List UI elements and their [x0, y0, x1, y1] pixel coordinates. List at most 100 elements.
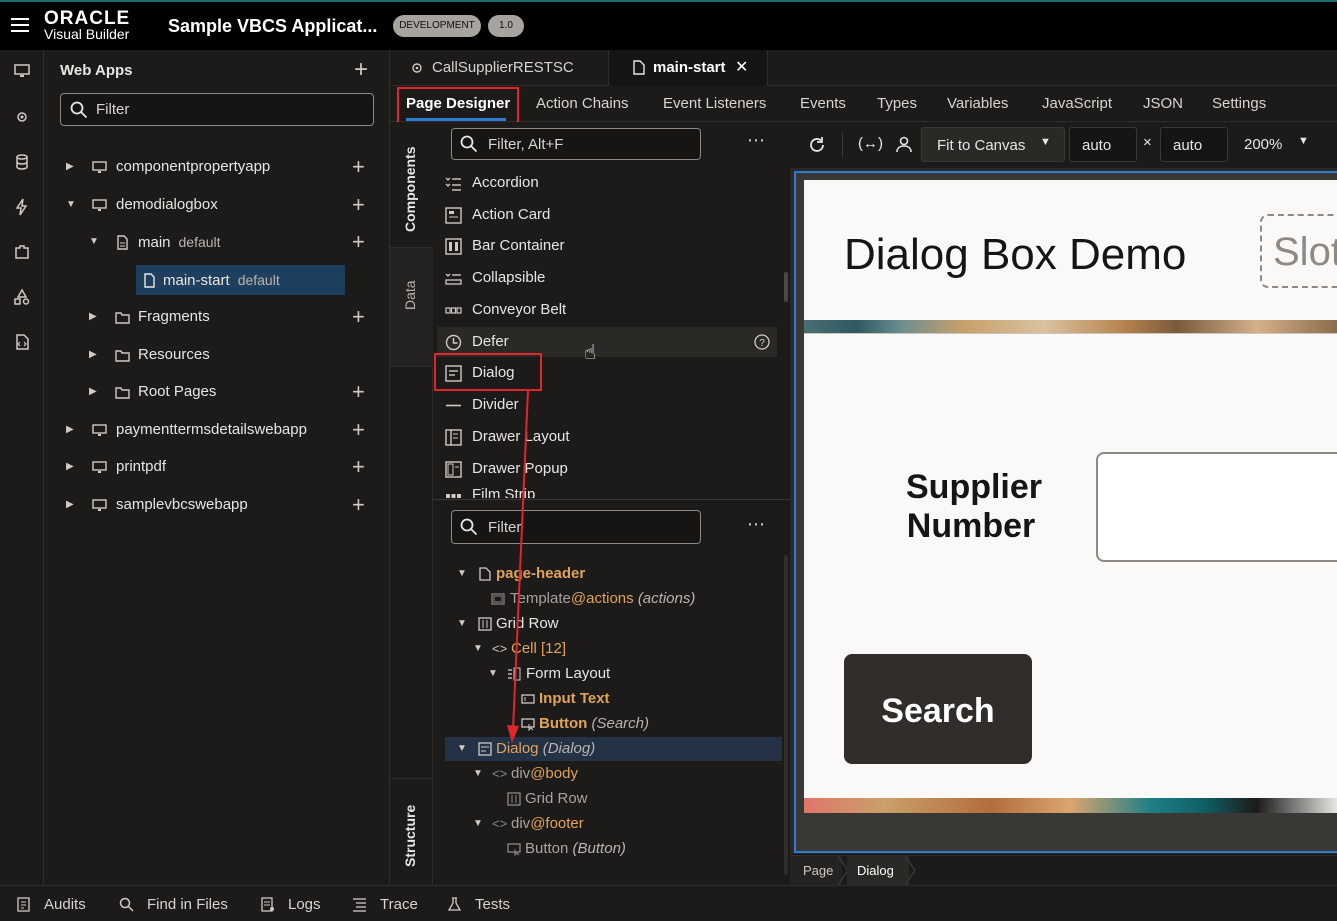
structure-page-header[interactable]: ▼ page-header	[433, 562, 783, 586]
supplier-number-input[interactable]	[1096, 452, 1337, 562]
scrollbar[interactable]	[784, 272, 788, 302]
tree-item-resources[interactable]: ▶ Resources	[44, 340, 390, 370]
zoom-select[interactable]: 200% ▼	[1233, 127, 1333, 162]
tab-structure[interactable]: Structure	[390, 778, 433, 885]
layouts-icon[interactable]	[13, 288, 31, 306]
variables-icon[interactable]: (↔)	[858, 135, 883, 152]
fit-to-canvas-select[interactable]: Fit to Canvas ▼	[921, 127, 1065, 162]
tree-item-componentpropertyapp[interactable]: ▶ componentpropertyapp +	[44, 152, 390, 182]
grid-row-icon	[478, 617, 492, 631]
structure-template[interactable]: Template@actions (actions)	[433, 587, 783, 611]
structure-cell[interactable]: ▼ <> Cell [12]	[433, 637, 783, 661]
add-button[interactable]: +	[352, 302, 365, 332]
structure-grid-row[interactable]: ▼ Grid Row	[433, 612, 783, 636]
tree-item-fragments[interactable]: ▶ Fragments +	[44, 302, 390, 332]
tab-events[interactable]: Events	[800, 95, 846, 112]
active-tab-indicator	[406, 118, 506, 121]
component-bar-container[interactable]: Bar Container	[437, 231, 777, 261]
more-options-icon[interactable]: ⋯	[747, 514, 765, 535]
structure-form-layout[interactable]: ▼ Form Layout	[433, 662, 783, 686]
height-input[interactable]: auto	[1160, 127, 1228, 162]
web-apps-filter-input[interactable]: Filter	[60, 93, 374, 126]
bottom-bar: Audits Find in Files Logs Trace Tests	[0, 885, 1337, 921]
components-icon[interactable]	[13, 243, 31, 261]
structure-input-text[interactable]: Input Text	[433, 687, 783, 711]
add-button[interactable]: +	[352, 452, 365, 482]
page-heading[interactable]: Dialog Box Demo	[844, 230, 1186, 280]
structure-filter-input[interactable]: Filter	[451, 510, 701, 544]
tab-settings[interactable]: Settings	[1212, 95, 1266, 112]
defer-icon	[445, 334, 462, 351]
add-button[interactable]: +	[352, 190, 365, 220]
breadcrumb-dialog[interactable]: Dialog	[847, 856, 909, 885]
add-web-app-button[interactable]: +	[354, 56, 368, 84]
web-apps-icon[interactable]	[13, 62, 31, 80]
tree-item-printpdf[interactable]: ▶ printpdf +	[44, 452, 390, 482]
tab-event-listeners[interactable]: Event Listeners	[663, 95, 766, 112]
structure-button-search[interactable]: Button (Search)	[433, 712, 783, 736]
dialog-icon	[478, 742, 492, 756]
component-drawer-popup[interactable]: Drawer Popup	[437, 454, 777, 484]
component-accordion[interactable]: Accordion	[437, 168, 777, 198]
tree-item-demodialogbox[interactable]: ▼ demodialogbox +	[44, 190, 390, 220]
business-objects-icon[interactable]	[13, 153, 31, 171]
filter-placeholder: Filter, Alt+F	[488, 136, 564, 153]
add-button[interactable]: +	[352, 227, 365, 257]
tree-item-samplevbcswebapp[interactable]: ▶ samplevbcswebapp +	[44, 490, 390, 520]
structure-grid-row-body[interactable]: Grid Row	[433, 787, 783, 811]
structure-button-footer[interactable]: Button (Button)	[433, 837, 783, 861]
add-button[interactable]: +	[352, 490, 365, 520]
component-conveyor-belt[interactable]: Conveyor Belt	[437, 295, 777, 325]
component-film-strip[interactable]: Film Strip	[437, 484, 777, 498]
components-filter-input[interactable]: Filter, Alt+F	[451, 128, 701, 160]
logs-icon	[261, 897, 274, 912]
action-chain-icon	[412, 63, 422, 73]
add-button[interactable]: +	[352, 377, 365, 407]
component-drawer-layout[interactable]: Drawer Layout	[437, 422, 777, 452]
structure-div-footer[interactable]: ▼ <> div@footer	[433, 812, 783, 836]
bar-container-icon	[445, 238, 462, 255]
component-collapsible[interactable]: Collapsible	[437, 263, 777, 293]
search-button[interactable]: Search	[844, 654, 1032, 764]
tab-action-chains[interactable]: Action Chains	[536, 95, 629, 112]
tree-item-main[interactable]: ▼ main default +	[44, 227, 390, 257]
width-input[interactable]: auto	[1069, 127, 1137, 162]
tree-item-root-pages[interactable]: ▶ Root Pages +	[44, 377, 390, 407]
processes-icon[interactable]	[13, 198, 31, 216]
tab-json[interactable]: JSON	[1143, 95, 1183, 112]
breadcrumb-page[interactable]: Page	[790, 856, 842, 885]
page-icon	[479, 567, 491, 581]
services-icon[interactable]	[13, 108, 31, 126]
tab-types[interactable]: Types	[877, 95, 917, 112]
folder-icon	[115, 350, 130, 362]
help-icon[interactable]: ?	[754, 334, 770, 350]
hamburger-menu-icon[interactable]	[10, 15, 30, 35]
tab-variables[interactable]: Variables	[947, 95, 1008, 112]
grid-row-icon	[507, 792, 521, 806]
tab-callsupplierrestsc[interactable]: CallSupplierRESTSC	[390, 50, 609, 86]
tree-item-paymenttermsdetailswebapp[interactable]: ▶ paymenttermsdetailswebapp +	[44, 415, 390, 445]
tab-data[interactable]: Data	[390, 247, 433, 367]
tab-javascript[interactable]: JavaScript	[1042, 95, 1112, 112]
user-icon[interactable]	[895, 135, 913, 153]
tree-item-main-start[interactable]: main-start default	[136, 265, 345, 295]
tab-components[interactable]: Components	[390, 122, 433, 247]
add-button[interactable]: +	[352, 152, 365, 182]
more-options-icon[interactable]: ⋯	[747, 130, 765, 151]
chevron-down-icon: ▼	[1040, 136, 1051, 148]
source-icon[interactable]	[13, 333, 31, 351]
actions-slot[interactable]: Slot	[1260, 214, 1337, 288]
structure-div-body[interactable]: ▼ <> div@body	[433, 762, 783, 786]
app-title[interactable]: Sample VBCS Applicat...	[168, 16, 377, 37]
folder-icon	[115, 312, 130, 324]
tab-main-start[interactable]: main-start ✕	[609, 50, 768, 86]
refresh-icon[interactable]	[808, 136, 826, 154]
scrollbar[interactable]	[784, 555, 788, 875]
structure-dialog[interactable]: ▼ Dialog (Dialog)	[445, 737, 782, 761]
component-divider[interactable]: Divider	[437, 390, 777, 420]
close-tab-icon[interactable]: ✕	[735, 50, 748, 86]
component-action-card[interactable]: Action Card	[437, 200, 777, 230]
web-app-icon	[92, 161, 107, 173]
add-button[interactable]: +	[352, 415, 365, 445]
tab-page-designer[interactable]: Page Designer	[406, 95, 510, 112]
